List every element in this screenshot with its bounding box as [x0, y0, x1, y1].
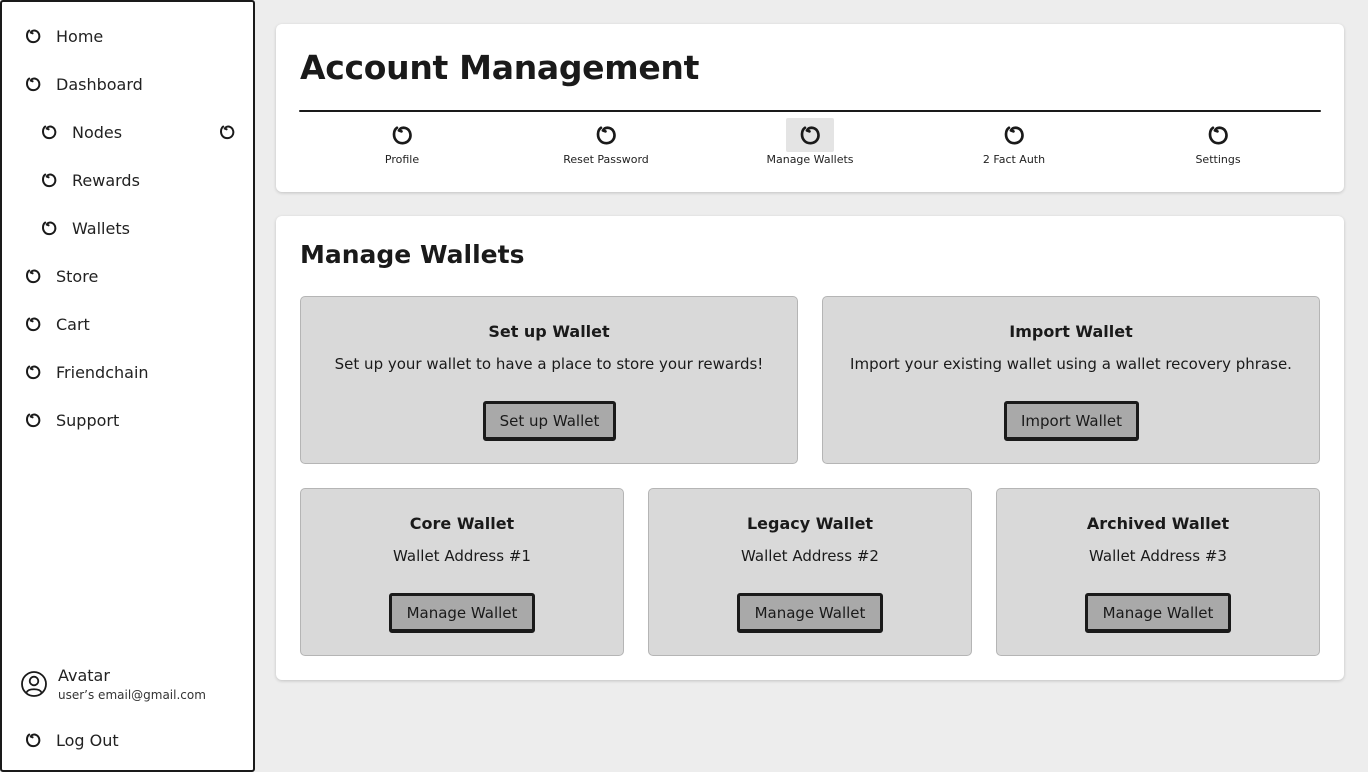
- tab-profile[interactable]: Profile: [332, 118, 472, 166]
- tab-reset-password[interactable]: Reset Password: [536, 118, 676, 166]
- sidebar-item-label: Nodes: [72, 122, 123, 142]
- sidebar-item-label: Cart: [56, 314, 90, 334]
- manage-wallet-button[interactable]: Manage Wallet: [389, 593, 535, 633]
- circle-scribble-icon: [40, 219, 58, 237]
- page-title: Account Management: [300, 48, 700, 87]
- circle-scribble-icon: [24, 363, 42, 381]
- wallet-card: Legacy Wallet Wallet Address #2 Manage W…: [648, 488, 972, 656]
- wallet-address: Wallet Address #1: [393, 547, 531, 565]
- import-wallet-panel: Import Wallet Import your existing walle…: [822, 296, 1320, 464]
- circle-scribble-icon[interactable]: [218, 123, 236, 141]
- circle-scribble-icon: [24, 731, 42, 749]
- tab-label: Reset Password: [563, 153, 649, 166]
- sidebar-item-label: Store: [56, 266, 99, 286]
- sidebar-item-friendchain[interactable]: Friendchain: [24, 360, 149, 384]
- manage-wallets-card: Manage Wallets Set up Wallet Set up your…: [276, 216, 1344, 680]
- circle-scribble-icon: [582, 118, 630, 152]
- panel-description: Set up your wallet to have a place to st…: [334, 355, 764, 373]
- avatar-icon: [20, 670, 48, 698]
- sidebar-item-home[interactable]: Home: [24, 24, 103, 48]
- logout-label: Log Out: [56, 730, 119, 750]
- sidebar-item-store[interactable]: Store: [24, 264, 98, 288]
- circle-scribble-icon: [378, 118, 426, 152]
- tab-label: 2 Fact Auth: [982, 153, 1046, 166]
- user-name: Avatar: [58, 666, 110, 685]
- circle-scribble-icon: [40, 171, 58, 189]
- manage-wallet-button[interactable]: Manage Wallet: [1085, 593, 1231, 633]
- tab-settings[interactable]: Settings: [1148, 118, 1288, 166]
- circle-scribble-icon: [24, 315, 42, 333]
- user-profile[interactable]: Avatar user’s email@gmail.com: [20, 666, 206, 704]
- setup-wallet-panel: Set up Wallet Set up your wallet to have…: [300, 296, 798, 464]
- sidebar-item-wallets[interactable]: Wallets: [40, 216, 130, 240]
- import-wallet-button[interactable]: Import Wallet: [1004, 401, 1139, 441]
- circle-scribble-icon: [24, 75, 42, 93]
- sidebar-item-label: Wallets: [72, 218, 130, 238]
- circle-scribble-icon: [786, 118, 834, 152]
- circle-scribble-icon: [1194, 118, 1242, 152]
- sidebar-item-label: Friendchain: [56, 362, 149, 382]
- wallet-title: Core Wallet: [409, 514, 515, 533]
- circle-scribble-icon: [40, 123, 58, 141]
- tab-label: Settings: [1195, 153, 1241, 166]
- account-header-card: Account Management Profile Reset Passwor…: [276, 24, 1344, 192]
- setup-wallet-button[interactable]: Set up Wallet: [483, 401, 616, 441]
- tab-2-fact-auth[interactable]: 2 Fact Auth: [944, 118, 1084, 166]
- sidebar-item-label: Dashboard: [56, 74, 143, 94]
- manage-wallet-button[interactable]: Manage Wallet: [737, 593, 883, 633]
- circle-scribble-icon: [24, 411, 42, 429]
- wallet-title: Legacy Wallet: [746, 514, 874, 533]
- wallet-card: Archived Wallet Wallet Address #3 Manage…: [996, 488, 1320, 656]
- section-title: Manage Wallets: [300, 240, 525, 269]
- sidebar-item-label: Home: [56, 26, 104, 46]
- sidebar-item-cart[interactable]: Cart: [24, 312, 90, 336]
- tab-label: Profile: [384, 153, 420, 166]
- sidebar-item-support[interactable]: Support: [24, 408, 119, 432]
- panel-title: Set up Wallet: [488, 322, 610, 341]
- sidebar-item-label: Support: [56, 410, 120, 430]
- circle-scribble-icon: [24, 27, 42, 45]
- wallet-card: Core Wallet Wallet Address #1 Manage Wal…: [300, 488, 624, 656]
- tab-divider: [299, 110, 1321, 112]
- sidebar-item-rewards[interactable]: Rewards: [40, 168, 140, 192]
- sidebar-item-dashboard[interactable]: Dashboard: [24, 72, 143, 96]
- logout-button[interactable]: Log Out: [24, 728, 119, 752]
- wallet-address: Wallet Address #3: [1089, 547, 1227, 565]
- circle-scribble-icon: [24, 267, 42, 285]
- wallet-address: Wallet Address #2: [741, 547, 879, 565]
- sidebar-item-label: Rewards: [72, 170, 140, 190]
- circle-scribble-icon: [990, 118, 1038, 152]
- tab-manage-wallets[interactable]: Manage Wallets: [740, 118, 880, 166]
- user-email: user’s email@gmail.com: [58, 688, 206, 702]
- panel-description: Import your existing wallet using a wall…: [850, 355, 1292, 373]
- wallet-title: Archived Wallet: [1086, 514, 1230, 533]
- panel-title: Import Wallet: [1009, 322, 1133, 341]
- tab-label: Manage Wallets: [766, 153, 854, 166]
- sidebar: Home Dashboard Nodes Rewards Wallets Sto…: [0, 0, 255, 772]
- sidebar-item-nodes[interactable]: Nodes: [40, 120, 122, 144]
